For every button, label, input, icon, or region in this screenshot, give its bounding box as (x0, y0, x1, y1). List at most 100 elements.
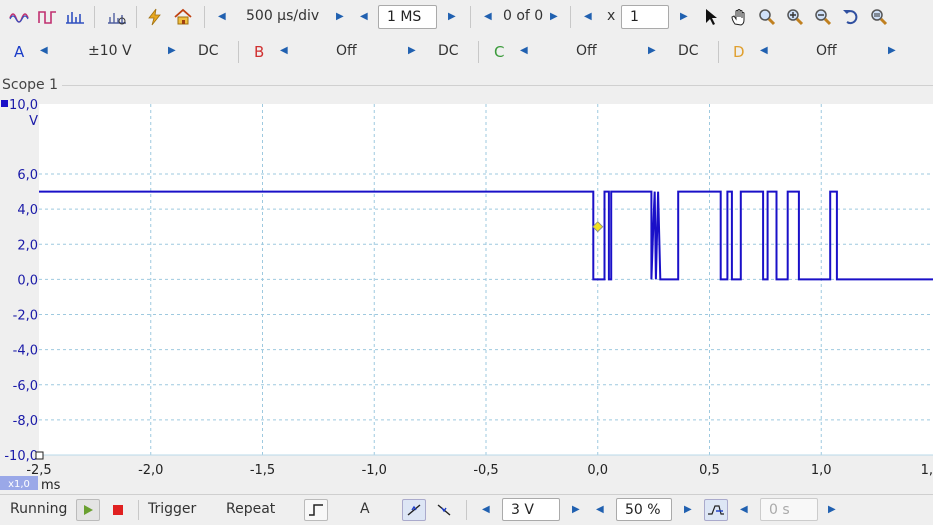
toolbar-divider (138, 500, 139, 520)
channel-c-range[interactable]: Off (576, 43, 597, 59)
toolbar-divider (136, 6, 137, 28)
channel-c-coupling[interactable]: DC (678, 43, 699, 59)
toolbar-divider (570, 6, 571, 28)
y-axis-bottom-marker (35, 451, 44, 460)
x-tick-label: 1,0 (811, 463, 832, 478)
channel-b-coupling[interactable]: DC (438, 43, 459, 59)
x-tick-label: -1,0 (362, 463, 387, 478)
channel-c-range-decrease[interactable]: ◀ (520, 46, 528, 56)
view-tab-bar: Scope 1 (0, 74, 933, 96)
y-tick-label: -10,0 (4, 449, 38, 464)
timebase-decrease-arrow[interactable]: ◀ (218, 12, 226, 22)
samples-increase-arrow[interactable]: ▶ (448, 12, 456, 22)
channel-a-coupling[interactable]: DC (198, 43, 219, 59)
trigger-mode[interactable]: Repeat (226, 501, 275, 517)
x-tick-label: -1,5 (250, 463, 275, 478)
channel-a-axis-marker (1, 100, 8, 107)
delay-field[interactable]: 0 s (760, 498, 818, 521)
x-tick-label: 0,5 (699, 463, 720, 478)
zoom-increase-arrow[interactable]: ▶ (680, 12, 688, 22)
channel-d-range-increase[interactable]: ▶ (888, 46, 896, 56)
zoom-in-icon[interactable] (784, 6, 806, 28)
position-increase-arrow[interactable]: ▶ (684, 505, 692, 515)
delay-decrease-arrow[interactable]: ◀ (740, 505, 748, 515)
y-axis-unit: V (29, 114, 38, 129)
y-tick-label: 10,0 (9, 98, 38, 113)
x-tick-label: 1, (921, 463, 933, 478)
channel-b-range-increase[interactable]: ▶ (408, 46, 416, 56)
y-tick-label: 4,0 (17, 203, 38, 218)
persistence-mode-icon[interactable] (36, 6, 58, 28)
tab-scope-1[interactable]: Scope 1 (2, 77, 58, 93)
rising-edge-icon[interactable] (402, 499, 426, 521)
samples-field[interactable]: 1 MS (378, 5, 437, 29)
zoom-out-icon[interactable] (812, 6, 834, 28)
position-decrease-arrow[interactable]: ◀ (596, 505, 604, 515)
buffer-prev-arrow[interactable]: ◀ (484, 12, 492, 22)
x-tick-label: -0,5 (473, 463, 498, 478)
channel-options-icon[interactable] (106, 6, 128, 28)
zoom-to-fit-icon[interactable] (868, 6, 890, 28)
threshold-increase-arrow[interactable]: ▶ (572, 505, 580, 515)
x-scale-badge-label: x1,0 (8, 479, 30, 490)
timebase-increase-arrow[interactable]: ▶ (336, 12, 344, 22)
threshold-decrease-arrow[interactable]: ◀ (482, 505, 490, 515)
home-icon[interactable] (172, 6, 194, 28)
y-tick-label: -6,0 (13, 379, 38, 394)
y-tick-label: -8,0 (13, 414, 38, 429)
x-axis: -2,5 -2,0 -1,5 -1,0 -0,5 0,0 0,5 1,0 1, x1,0 ms (0, 463, 933, 493)
auto-setup-icon[interactable] (144, 6, 166, 28)
hand-tool-icon[interactable] (728, 6, 750, 28)
channel-d-range-decrease[interactable]: ◀ (760, 46, 768, 56)
toolbar-divider (466, 500, 467, 520)
channel-a-range[interactable]: ±10 V (88, 43, 132, 59)
toolbar-divider (478, 41, 479, 63)
play-button[interactable] (76, 499, 100, 521)
toolbar-divider (238, 41, 239, 63)
y-tick-label: 6,0 (17, 168, 38, 183)
channel-a-range-decrease[interactable]: ◀ (40, 46, 48, 56)
zoom-label: x (607, 8, 616, 24)
zoom-field[interactable]: 1 (621, 5, 669, 29)
y-tick-label: -2,0 (13, 309, 38, 324)
channel-c-label[interactable]: C (494, 43, 504, 61)
zoom-decrease-arrow[interactable]: ◀ (584, 12, 592, 22)
channel-d-range[interactable]: Off (816, 43, 837, 59)
channel-d-label[interactable]: D (733, 43, 745, 61)
stop-button[interactable] (106, 499, 130, 521)
scope-plot[interactable]: 10,0 6,0 4,0 2,0 0,0 -2,0 -4,0 -6,0 -8,0 -10,0 V -… (0, 96, 933, 494)
channel-b-range-decrease[interactable]: ◀ (280, 46, 288, 56)
samples-decrease-arrow[interactable]: ◀ (360, 12, 368, 22)
run-status: Running (10, 501, 68, 517)
trigger-label: Trigger (148, 501, 197, 517)
trigger-source[interactable]: A (360, 501, 370, 517)
delay-increase-arrow[interactable]: ▶ (828, 505, 836, 515)
x-tick-label: -2,0 (138, 463, 163, 478)
scope-mode-icon[interactable] (8, 6, 30, 28)
position-field[interactable]: 50 % (616, 498, 672, 521)
channel-b-range[interactable]: Off (336, 43, 357, 59)
buffer-counter: 0 of 0 (503, 8, 544, 24)
toolbar-divider (204, 6, 205, 28)
channel-a-range-increase[interactable]: ▶ (168, 46, 176, 56)
y-tick-label: -4,0 (13, 344, 38, 359)
toolbar-divider (718, 41, 719, 63)
undo-zoom-icon[interactable] (840, 6, 862, 28)
zoom-tool-icon[interactable] (756, 6, 778, 28)
threshold-field[interactable]: 3 V (502, 498, 560, 521)
buffer-next-arrow[interactable]: ▶ (550, 12, 558, 22)
channel-b-label[interactable]: B (254, 43, 264, 61)
x-tick-label: 0,0 (587, 463, 608, 478)
channel-c-range-increase[interactable]: ▶ (648, 46, 656, 56)
timebase-value[interactable]: 500 µs/div (246, 8, 319, 24)
falling-edge-icon[interactable] (432, 499, 456, 521)
spectrum-mode-icon[interactable] (64, 6, 86, 28)
advanced-trigger-icon[interactable] (304, 499, 328, 521)
toolbar-divider (470, 6, 471, 28)
channel-a-label[interactable]: A (14, 43, 24, 61)
post-trigger-icon[interactable] (704, 499, 728, 521)
y-axis: 10,0 6,0 4,0 2,0 0,0 -2,0 -4,0 -6,0 -8,0 -10,0 V (1, 98, 44, 464)
pointer-tool-icon[interactable] (700, 6, 722, 28)
main-toolbar: ◀ 500 µs/div ▶ ◀ 1 MS ▶ ◀ 0 of 0 ▶ ◀ x 1… (0, 0, 933, 34)
x-tick-label: -2,5 (26, 463, 51, 478)
